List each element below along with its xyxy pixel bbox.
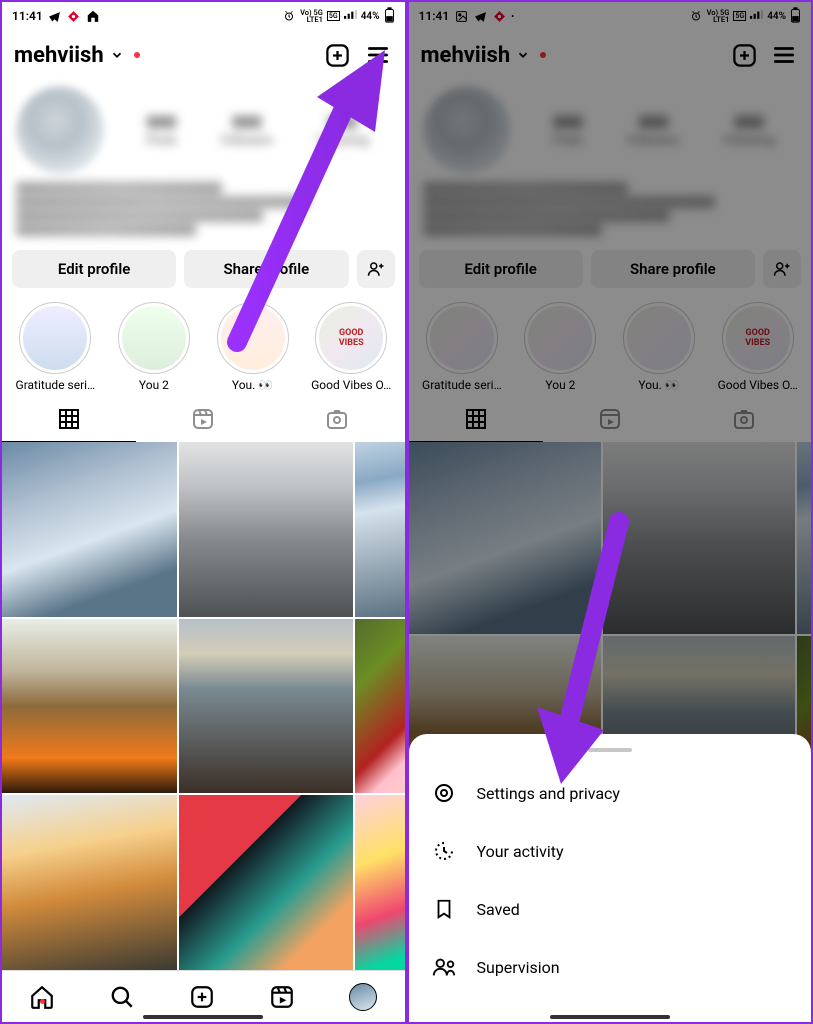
nav-profile[interactable] bbox=[349, 983, 377, 1011]
menu-label: Supervision bbox=[477, 958, 560, 977]
menu-label: Saved bbox=[477, 900, 520, 919]
alarm-icon bbox=[282, 9, 296, 23]
highlight-item[interactable]: Gratitude seri… bbox=[6, 302, 105, 392]
clock: 11:41 bbox=[12, 9, 43, 23]
highlight-label: You 2 bbox=[139, 378, 169, 392]
profile-stats-row: 000Posts 000Followers 000Following bbox=[2, 80, 405, 180]
highlight-label: Gratitude seri… bbox=[16, 378, 96, 392]
signal-icon bbox=[750, 9, 763, 23]
menu-settings-privacy[interactable]: Settings and privacy bbox=[409, 764, 812, 822]
gear-icon bbox=[431, 780, 457, 806]
grid-cell[interactable] bbox=[2, 795, 177, 970]
bio-blurred bbox=[2, 180, 405, 242]
share-profile-label: Share profile bbox=[224, 260, 310, 278]
share-profile-button[interactable]: Share profile bbox=[184, 250, 348, 288]
grid-cell[interactable] bbox=[179, 442, 354, 617]
reels-nav-icon bbox=[269, 984, 295, 1010]
telegram-icon bbox=[48, 9, 62, 23]
home-status-icon bbox=[86, 9, 100, 23]
grid-cell[interactable] bbox=[355, 795, 404, 970]
grid-cell[interactable] bbox=[355, 442, 404, 617]
gesture-bar bbox=[550, 1015, 670, 1019]
screenshot-right: 11:41 • Vo) 5GLTE1 5G 44% mehviish 000Po… bbox=[407, 0, 813, 1024]
alarm-icon bbox=[689, 9, 703, 23]
highlight-item[interactable]: You 2 bbox=[105, 302, 204, 392]
profile-action-row: Edit profile Share profile bbox=[2, 242, 405, 296]
post-grid[interactable] bbox=[2, 442, 405, 970]
search-icon bbox=[109, 984, 135, 1010]
add-person-icon bbox=[367, 260, 385, 278]
username-text: mehviish bbox=[14, 43, 104, 68]
highlight-label: Good Vibes O… bbox=[311, 378, 391, 392]
battery-text: 44% bbox=[361, 11, 380, 22]
plus-square-icon bbox=[189, 984, 215, 1010]
5g-badge: 5G bbox=[733, 11, 746, 21]
dot-icon: • bbox=[511, 12, 514, 21]
rec-icon bbox=[67, 9, 81, 23]
grid-cell[interactable] bbox=[2, 619, 177, 794]
chevron-down-icon bbox=[516, 48, 530, 62]
people-icon bbox=[431, 954, 457, 980]
rec-icon bbox=[492, 9, 506, 23]
gesture-bar bbox=[143, 1015, 263, 1019]
profile-tabs bbox=[2, 396, 405, 442]
tagged-icon bbox=[325, 407, 349, 431]
username-text: mehviish bbox=[421, 43, 511, 68]
image-status-icon bbox=[454, 9, 468, 23]
battery-text: 44% bbox=[767, 11, 786, 22]
profile-avatar[interactable] bbox=[16, 86, 104, 174]
tab-reels[interactable] bbox=[136, 396, 270, 442]
grid-cell[interactable] bbox=[179, 795, 354, 970]
grid-cell[interactable] bbox=[179, 619, 354, 794]
nav-create[interactable] bbox=[189, 984, 215, 1010]
clock: 11:41 bbox=[419, 9, 450, 23]
signal-icon bbox=[344, 9, 357, 23]
edit-profile-label: Edit profile bbox=[58, 260, 130, 278]
menu-button[interactable] bbox=[363, 40, 393, 70]
hamburger-icon bbox=[365, 42, 391, 68]
profile-thumb-icon bbox=[349, 983, 377, 1011]
username-dropdown[interactable]: mehviish bbox=[14, 43, 140, 68]
sheet-handle[interactable] bbox=[588, 748, 632, 752]
menu-label: Settings and privacy bbox=[477, 784, 621, 803]
status-bar: 11:41 Vo) 5GLTE1 5G 44% bbox=[2, 2, 405, 30]
status-bar: 11:41 • Vo) 5GLTE1 5G 44% bbox=[409, 2, 812, 30]
menu-supervision[interactable]: Supervision bbox=[409, 938, 812, 996]
discover-people-button[interactable] bbox=[357, 250, 395, 288]
nav-search[interactable] bbox=[109, 984, 135, 1010]
home-icon bbox=[29, 984, 55, 1010]
activity-icon bbox=[431, 838, 457, 864]
notification-dot bbox=[134, 52, 140, 58]
menu-bottom-sheet: Settings and privacy Your activity Saved… bbox=[409, 734, 812, 1022]
highlights-row[interactable]: Gratitude seri… You 2 You. 👀 GOODVIBESGo… bbox=[2, 296, 405, 396]
home-notification-dot bbox=[40, 999, 45, 1004]
chevron-down-icon bbox=[110, 48, 124, 62]
grid-cell[interactable] bbox=[355, 619, 404, 794]
screenshot-left: 11:41 Vo) 5GLTE1 5G 44% mehviish bbox=[0, 0, 407, 1024]
tab-tagged[interactable] bbox=[270, 396, 404, 442]
nav-reels[interactable] bbox=[269, 984, 295, 1010]
nav-home[interactable] bbox=[29, 984, 55, 1010]
telegram-icon bbox=[473, 9, 487, 23]
menu-saved[interactable]: Saved bbox=[409, 880, 812, 938]
network-tag: Vo) 5GLTE1 bbox=[707, 9, 730, 24]
reels-icon bbox=[191, 407, 215, 431]
menu-label: Your activity bbox=[477, 842, 564, 861]
highlight-item[interactable]: You. 👀 bbox=[203, 302, 302, 392]
grid-icon bbox=[57, 407, 81, 431]
menu-your-activity[interactable]: Your activity bbox=[409, 822, 812, 880]
profile-header: mehviish bbox=[2, 30, 405, 80]
bookmark-icon bbox=[431, 896, 457, 922]
grid-cell[interactable] bbox=[2, 442, 177, 617]
tab-grid[interactable] bbox=[2, 396, 136, 442]
edit-profile-button[interactable]: Edit profile bbox=[12, 250, 176, 288]
battery-icon bbox=[790, 7, 801, 26]
highlight-item[interactable]: GOODVIBESGood Vibes O… bbox=[302, 302, 401, 392]
5g-badge: 5G bbox=[327, 11, 340, 21]
highlight-label: You. 👀 bbox=[232, 378, 273, 392]
network-tag: Vo) 5GLTE1 bbox=[300, 9, 323, 24]
stats-blurred: 000Posts 000Followers 000Following bbox=[124, 113, 391, 147]
create-button[interactable] bbox=[323, 40, 353, 70]
battery-icon bbox=[384, 7, 395, 26]
